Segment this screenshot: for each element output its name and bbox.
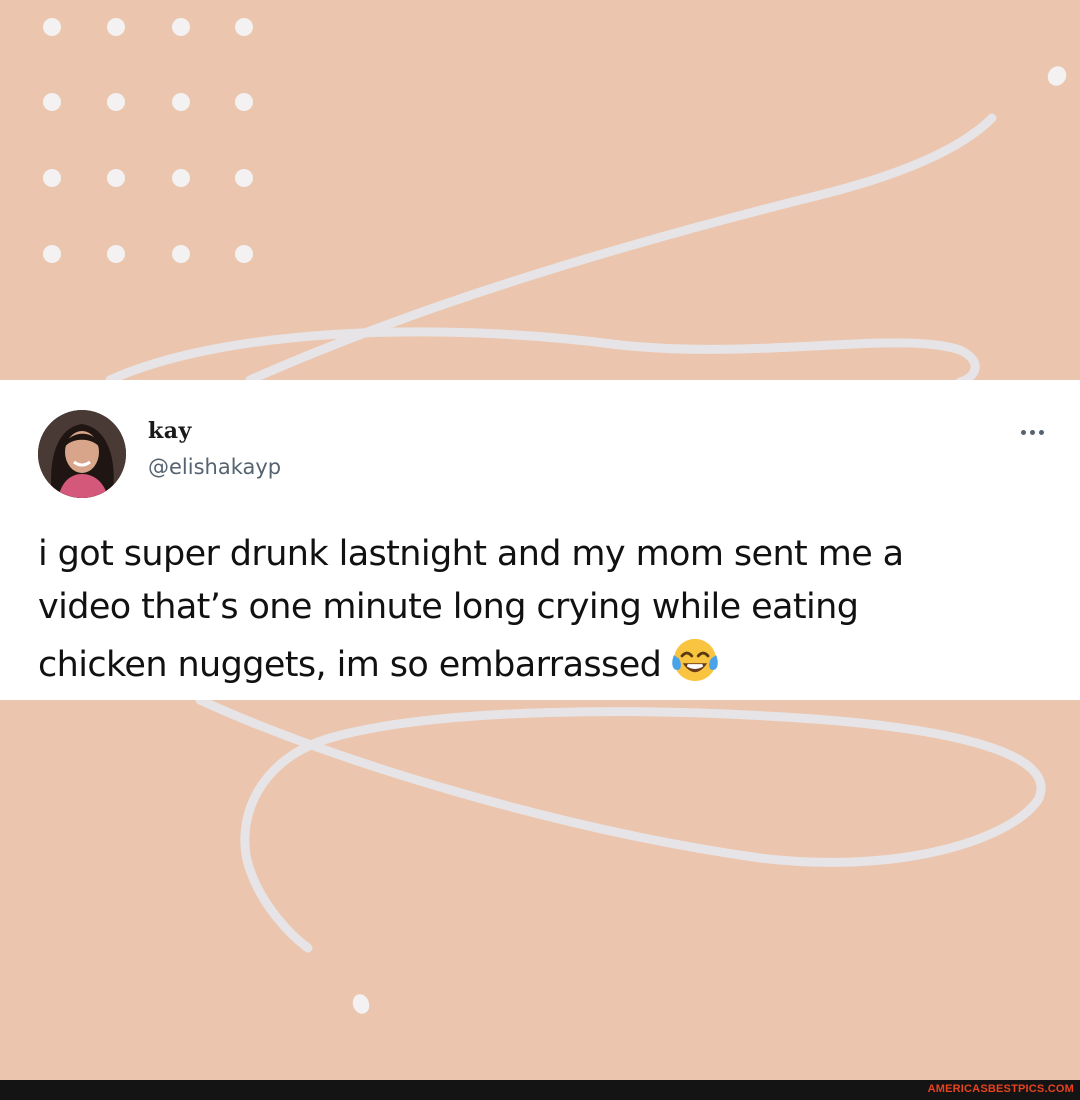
tweet-text-line: video that’s one minute long crying whil… <box>38 587 859 627</box>
more-horizontal-icon <box>1020 429 1026 435</box>
face-with-tears-of-joy-icon <box>672 638 718 682</box>
user-avatar-icon <box>38 410 126 498</box>
author-handle[interactable]: @elishakayp <box>148 455 281 479</box>
footer-bar <box>0 1080 1080 1100</box>
avatar[interactable] <box>38 410 126 498</box>
tweet-text: i got super drunk lastnight and my mom s… <box>38 528 1048 692</box>
tweet-text-line: chicken nuggets, im so embarrassed <box>38 634 1048 692</box>
decor-dot <box>352 994 370 1014</box>
author-name[interactable]: kay <box>148 418 192 444</box>
dot-grid <box>43 18 253 263</box>
tweet-text-line: i got super drunk lastnight and my mom s… <box>38 534 904 574</box>
tweet-text-line-content: chicken nuggets, im so embarrassed <box>38 645 662 685</box>
more-horizontal-icon <box>1029 429 1035 435</box>
decor-dot <box>1047 66 1067 86</box>
more-horizontal-icon <box>1038 429 1044 435</box>
more-options-button[interactable] <box>1012 420 1052 444</box>
watermark: AMERICASBESTPICS.COM <box>927 1083 1074 1095</box>
